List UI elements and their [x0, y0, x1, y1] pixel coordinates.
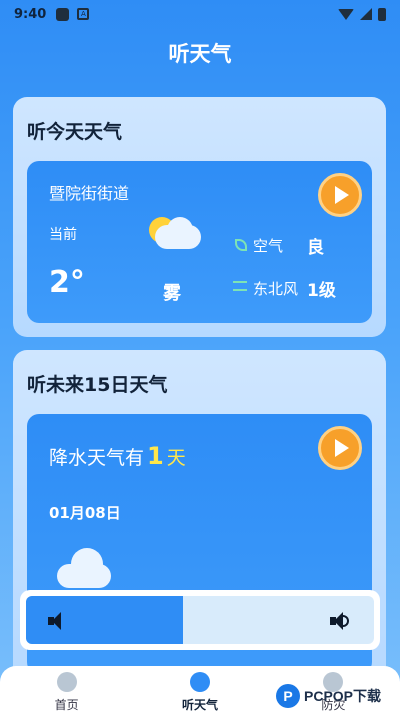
speaker-icon — [189, 672, 210, 692]
page-title: 听天气 — [168, 42, 232, 66]
watermark-text: PCPOP下载 — [304, 688, 382, 704]
play-icon — [335, 186, 349, 204]
now-label: 当前 — [49, 227, 77, 243]
wind-icon — [233, 281, 247, 291]
air-quality-label: 空气 — [253, 237, 284, 255]
rain-days-summary: 降水天气有 1 天 — [49, 442, 186, 470]
partly-cloudy-icon — [145, 213, 205, 253]
air-quality-value: 良 — [307, 238, 324, 258]
location-icon — [56, 672, 77, 692]
status-time: 9:40 — [14, 6, 47, 22]
rain-days-count: 1 — [147, 442, 164, 470]
cloud-icon — [57, 548, 113, 588]
status-icons — [338, 7, 386, 21]
nav-label-home: 首页 — [54, 698, 79, 712]
volume-up-icon[interactable] — [330, 612, 349, 630]
temperature-value: 2° — [49, 265, 85, 300]
rain-prefix: 降水天气有 — [49, 447, 145, 469]
volume-down-icon[interactable] — [48, 612, 66, 630]
today-weather-panel: 暨院街街道 当前 2° 雾 空气 良 东北风 1级 — [27, 161, 372, 323]
wind-direction-label: 东北风 — [253, 280, 299, 298]
play-today-button[interactable] — [318, 173, 362, 217]
volume-slider[interactable] — [20, 590, 380, 650]
battery-icon — [378, 7, 386, 21]
signal-icon — [360, 8, 372, 20]
weather-description: 雾 — [163, 283, 181, 304]
watermark-logo-icon: P — [276, 684, 300, 708]
play-forecast-button[interactable] — [318, 426, 362, 470]
location-label: 暨院街街道 — [49, 184, 130, 203]
status-bar: 9:40 A — [0, 0, 400, 28]
today-weather-card: 听今天天气 暨院街街道 当前 2° 雾 空气 良 东北风 1级 — [13, 97, 386, 337]
notification-icon — [56, 7, 70, 21]
wind-level-value: 1级 — [307, 281, 336, 301]
play-icon — [335, 439, 349, 457]
forecast-date: 01月08日 — [49, 504, 121, 522]
volume-track[interactable] — [26, 596, 374, 644]
nav-item-listen-weather[interactable]: 听天气 — [133, 666, 266, 720]
nav-label-listen-weather: 听天气 — [181, 698, 218, 712]
wifi-icon — [338, 8, 354, 20]
rain-days-unit: 天 — [166, 447, 186, 469]
watermark-logo: P PCPOP下载 — [276, 684, 381, 708]
leaf-icon — [235, 239, 247, 251]
today-card-heading: 听今天天气 — [27, 121, 123, 143]
notification-badge-icon: A — [77, 8, 90, 20]
nav-item-home[interactable]: 首页 — [0, 666, 133, 720]
forecast-card-heading: 听未来15日天气 — [27, 374, 168, 396]
